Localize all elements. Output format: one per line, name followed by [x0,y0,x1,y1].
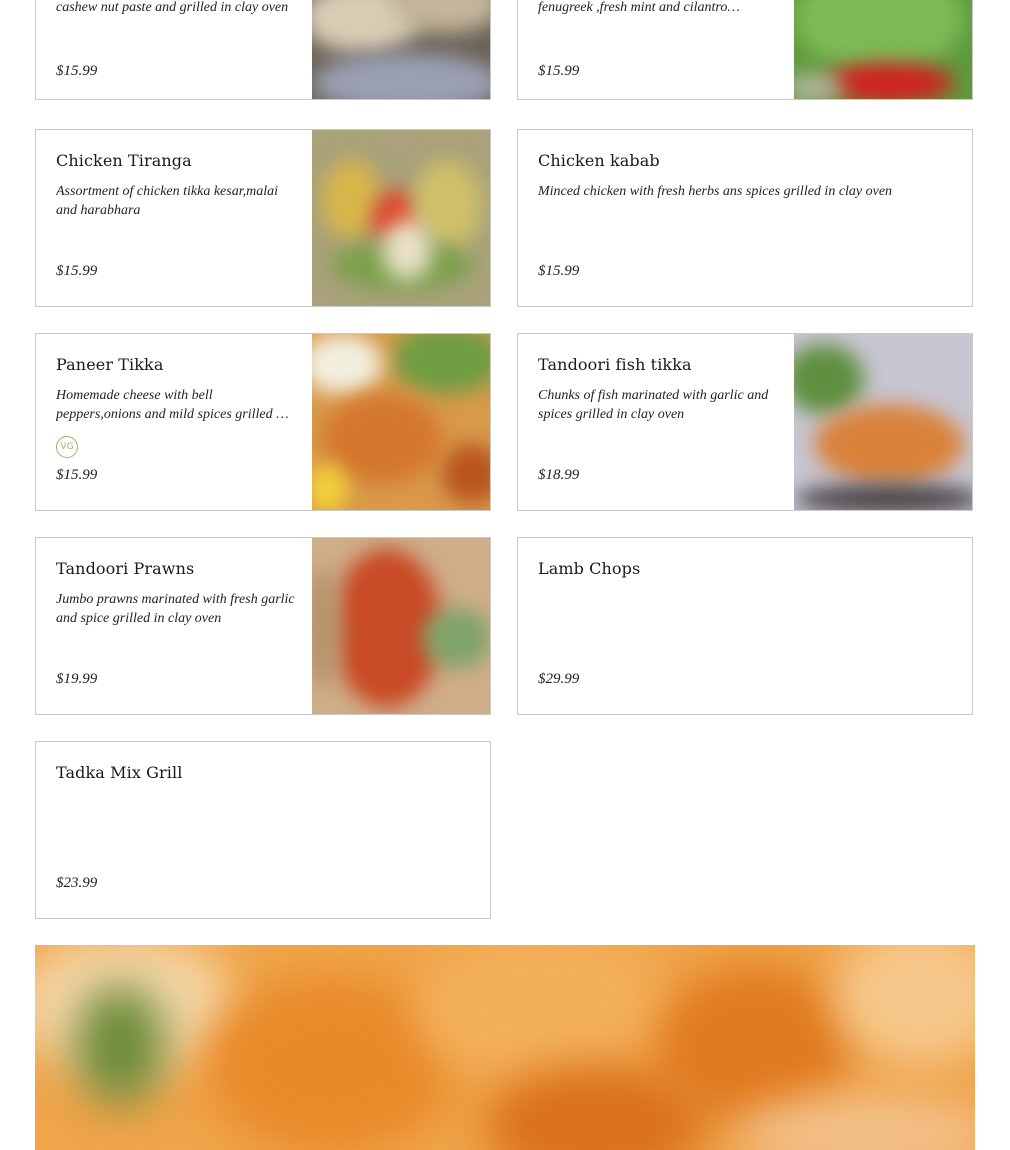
menu-item-price: $29.99 [538,671,580,687]
menu-item-card[interactable]: Tadka Mix Grill $23.99 [35,741,491,919]
menu-item-card[interactable]: Tandoori Prawns Jumbo prawns marinated w… [35,537,491,715]
menu-item-price: $15.99 [56,63,98,79]
menu-item-card[interactable]: Chicken kabab Minced chicken with fresh … [517,129,973,307]
food-photo-icon [794,334,972,510]
menu-item-card[interactable]: Lamb Chops $29.99 [517,537,973,715]
menu-item-description: Homemade cheese with bell peppers,onions… [56,388,289,422]
menu-item-text: Paneer Tikka Homemade cheese with bell p… [56,334,296,510]
menu-item-price: $15.99 [56,263,98,279]
menu-item-description: Minced chicken with fresh herbs ans spic… [538,184,893,199]
menu-item-description: Assortment of chicken tikka kesar,malai … [56,184,279,218]
menu-item-name: Lamb Chops [538,559,641,578]
menu-item-price: $19.99 [56,671,98,687]
menu-item-description: Jumbo prawns marinated with fresh garlic… [56,592,295,626]
menu-item-name: Tandoori Prawns [56,559,195,578]
menu-item-card[interactable]: Tandoori fish tikka Chunks of fish marin… [517,333,973,511]
menu-item-card[interactable]: fenugreek ,fresh mint and cilantro… $15.… [517,0,973,100]
menu-item-price: $15.99 [538,63,580,79]
menu-item-text: cashew nut paste and grilled in clay ove… [56,0,296,99]
menu-item-card[interactable]: Paneer Tikka Homemade cheese with bell p… [35,333,491,511]
food-photo-icon [312,130,490,306]
menu-item-name: Tadka Mix Grill [56,763,183,782]
menu-item-name: Chicken Tiranga [56,151,192,170]
menu-item-name: Chicken kabab [538,151,660,170]
food-photo-icon [312,538,490,714]
menu-item-name: Tandoori fish tikka [538,355,692,374]
menu-item-price: $15.99 [56,467,98,483]
menu-item-price: $23.99 [56,875,98,891]
menu-item-description: cashew nut paste and grilled in clay ove… [56,0,289,15]
menu-item-text: Chicken kabab Minced chicken with fresh … [538,130,948,306]
menu-item-card[interactable]: cashew nut paste and grilled in clay ove… [35,0,491,100]
menu-item-description: Chunks of fish marinated with garlic and… [538,388,769,422]
menu-item-text: Tadka Mix Grill $23.99 [56,742,466,918]
menu-item-price: $18.99 [538,467,580,483]
menu-item-card[interactable]: Chicken Tiranga Assortment of chicken ti… [35,129,491,307]
food-photo-icon [312,0,490,99]
samosa-photo-icon [35,945,975,1150]
menu-item-text: Lamb Chops $29.99 [538,538,948,714]
menu-item-text: Chicken Tiranga Assortment of chicken ti… [56,130,296,306]
menu-item-description: fenugreek ,fresh mint and cilantro… [538,0,740,15]
menu-item-text: Tandoori fish tikka Chunks of fish marin… [538,334,778,510]
menu-item-text: Tandoori Prawns Jumbo prawns marinated w… [56,538,296,714]
menu-item-text: fenugreek ,fresh mint and cilantro… $15.… [538,0,778,99]
food-photo-icon [312,334,490,510]
menu-item-name: Paneer Tikka [56,355,164,374]
vegetarian-badge: VG [56,436,78,458]
menu-item-price: $15.99 [538,263,580,279]
food-photo-icon [794,0,972,99]
menu-page: cashew nut paste and grilled in clay ove… [0,0,1010,1150]
